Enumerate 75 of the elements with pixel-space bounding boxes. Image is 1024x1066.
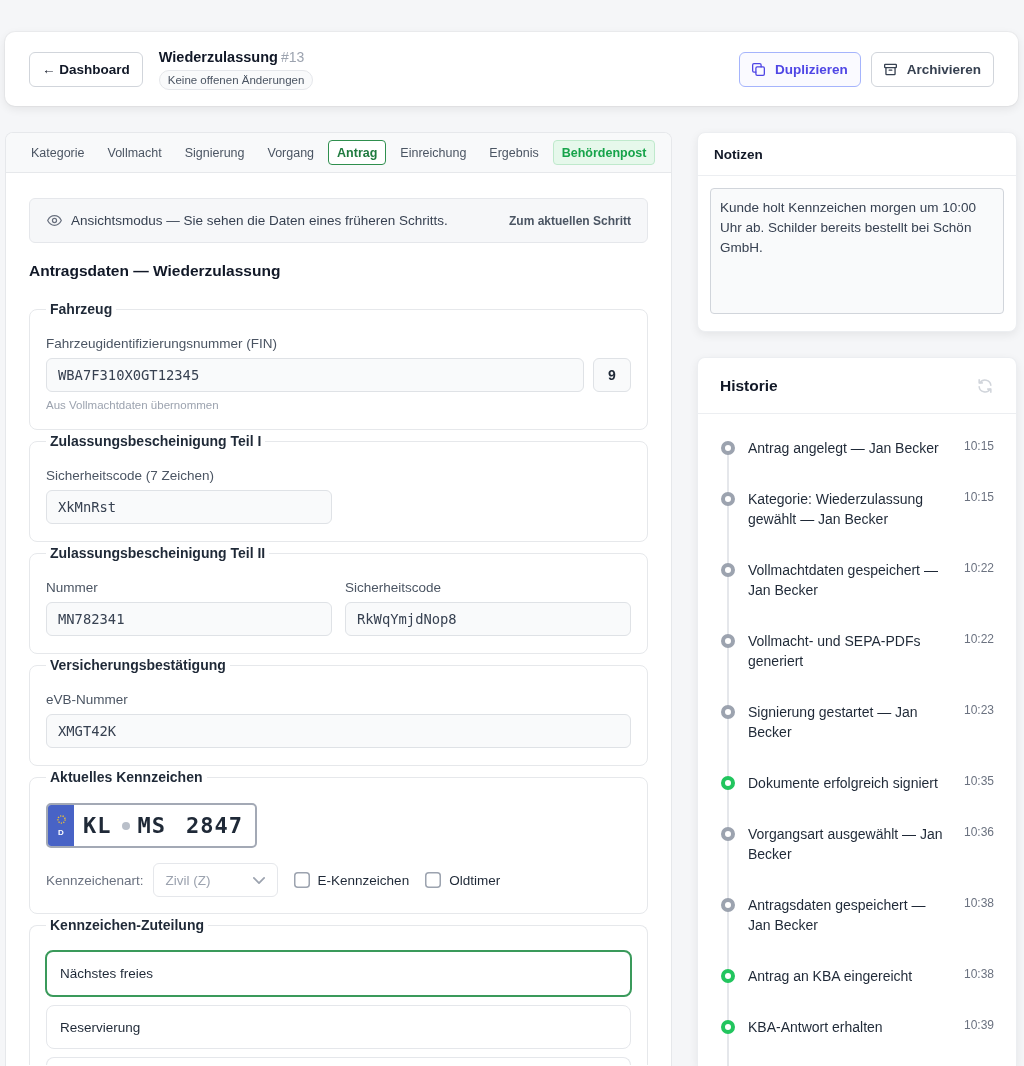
seal-icon — [121, 821, 130, 830]
text-field[interactable]: MN782341 — [46, 602, 332, 636]
text-field[interactable]: XMGT42K — [46, 714, 631, 748]
current-step-link[interactable]: Zum aktuellen Schritt — [508, 213, 631, 228]
status-badge: Keine offenen Änderungen — [158, 70, 314, 90]
history-entry-time: 10:15 — [963, 438, 994, 454]
duplicate-button[interactable]: Duplizieren — [738, 51, 861, 87]
history-entry-text: Antrag an KBA eingereicht — [748, 967, 914, 986]
section-legend: Fahrzeug — [46, 300, 117, 318]
history-entry-time: 10:38 — [963, 895, 994, 911]
text-field[interactable]: WBA7F310X0GT12345 — [46, 358, 584, 392]
section-legend: Kennzeichen-Zuteilung — [46, 916, 208, 934]
plate-type-label: Kennzeichenart: — [46, 872, 144, 888]
step-tab[interactable]: Vollmacht — [98, 140, 171, 165]
plate-letters: MS — [137, 812, 166, 839]
field-label: Fahrzeugidentifizierungsnummer (FIN) — [46, 335, 279, 353]
plate-digits: 2847 — [186, 812, 243, 839]
case-title: Wiederzulassung — [158, 48, 278, 66]
history-entry-text: Antragsdaten gespeichert — Jan Becker — [748, 896, 927, 935]
case-number: #13 — [280, 48, 305, 66]
field-label: Sicherheitscode (7 Zeichen) — [46, 467, 216, 485]
history-entry-time: 10:35 — [963, 773, 994, 789]
card-title: Historie — [720, 376, 778, 395]
history-entry-time: 10:38 — [963, 966, 994, 982]
history-entry-text: Dokumente erfolgreich signiert — [748, 774, 939, 793]
step-tab[interactable]: Signierung — [175, 140, 254, 165]
country-code: D — [58, 827, 64, 837]
history-entry-text: KBA-Antwort erhalten — [748, 1018, 884, 1037]
field-hint: Aus Vollmachtdaten übernommen — [46, 398, 220, 412]
archive-button[interactable]: Archivieren — [870, 51, 994, 87]
copy-icon — [751, 62, 765, 76]
chevron-down-icon — [252, 876, 265, 884]
allocation-option[interactable]: Nächstes freies — [45, 950, 632, 997]
checkbox-label: E-Kennzeichen — [317, 872, 410, 888]
checkbox[interactable] — [425, 872, 442, 888]
archive-icon — [883, 62, 897, 76]
checkbox-label: Oldtimer — [449, 872, 501, 888]
check-digit-field: 9 — [593, 358, 631, 392]
back-button[interactable]: ← Dashboard — [29, 51, 143, 87]
field-label: Sicherheitscode — [345, 579, 443, 597]
refresh-icon[interactable] — [978, 378, 992, 393]
card-title: Notizen — [714, 146, 763, 162]
history-entry-text: Vollmachtdaten gespeichert — Jan Becker — [748, 561, 939, 600]
history-entry-text: Antrag angelegt — Jan Becker — [748, 439, 940, 458]
text-field[interactable]: RkWqYmjdNop8 — [345, 602, 631, 636]
step-tab[interactable]: Vorgang — [258, 140, 324, 165]
history-entry-text: Vollmacht- und SEPA-PDFs generiert — [748, 632, 922, 671]
text-field[interactable]: XkMnRst — [46, 490, 332, 524]
history-entry-text: Kategorie: Wiederzulassung gewählt — Jan Becker — [748, 490, 925, 529]
history-entry-text: Vorgangsart ausgewählt — Jan Becker — [748, 825, 944, 864]
history-entry-time: 10:23 — [963, 702, 994, 718]
eye-icon — [47, 215, 62, 226]
form-title: Antragsdaten — Wiederzulassung — [29, 261, 282, 281]
step-tab[interactable]: Antrag — [328, 140, 387, 165]
history-entry-time: 10:39 — [963, 1017, 994, 1033]
section-legend: Aktuelles Kennzeichen — [46, 768, 207, 786]
history-entry-time: 10:22 — [963, 560, 994, 576]
step-tab[interactable]: Einreichung — [391, 140, 476, 165]
history-entry-time: 10:36 — [963, 824, 994, 840]
checkbox[interactable] — [293, 872, 310, 888]
stars-ring-icon — [56, 814, 66, 824]
field-label: Nummer — [46, 579, 99, 597]
section-legend: Zulassungsbescheinigung Teil II — [46, 544, 270, 562]
step-tab[interactable]: Ergebnis — [480, 140, 548, 165]
allocation-option[interactable]: Reservierung — [46, 1005, 631, 1049]
notes-field[interactable]: Kunde holt Kennzeichen morgen um 10:00 Uhr ab. Schilder bereits bestellt bei Schön GmbH. — [710, 188, 1004, 314]
history-entry-text: Signierung gestartet — Jan Becker — [748, 703, 919, 742]
field-label: eVB-Nummer — [46, 691, 129, 709]
plate-district: KL — [83, 812, 112, 839]
history-entry-time: 10:22 — [963, 631, 994, 647]
history-entry-time: 10:15 — [963, 489, 994, 505]
section-legend: Versicherungsbestätigung — [46, 656, 230, 674]
section-legend: Zulassungsbescheinigung Teil I — [46, 432, 266, 450]
step-tab[interactable]: Kategorie — [22, 140, 94, 165]
notice-text: Ansichtsmodus — Sie sehen die Daten eines früheren Schritts. — [71, 213, 448, 228]
